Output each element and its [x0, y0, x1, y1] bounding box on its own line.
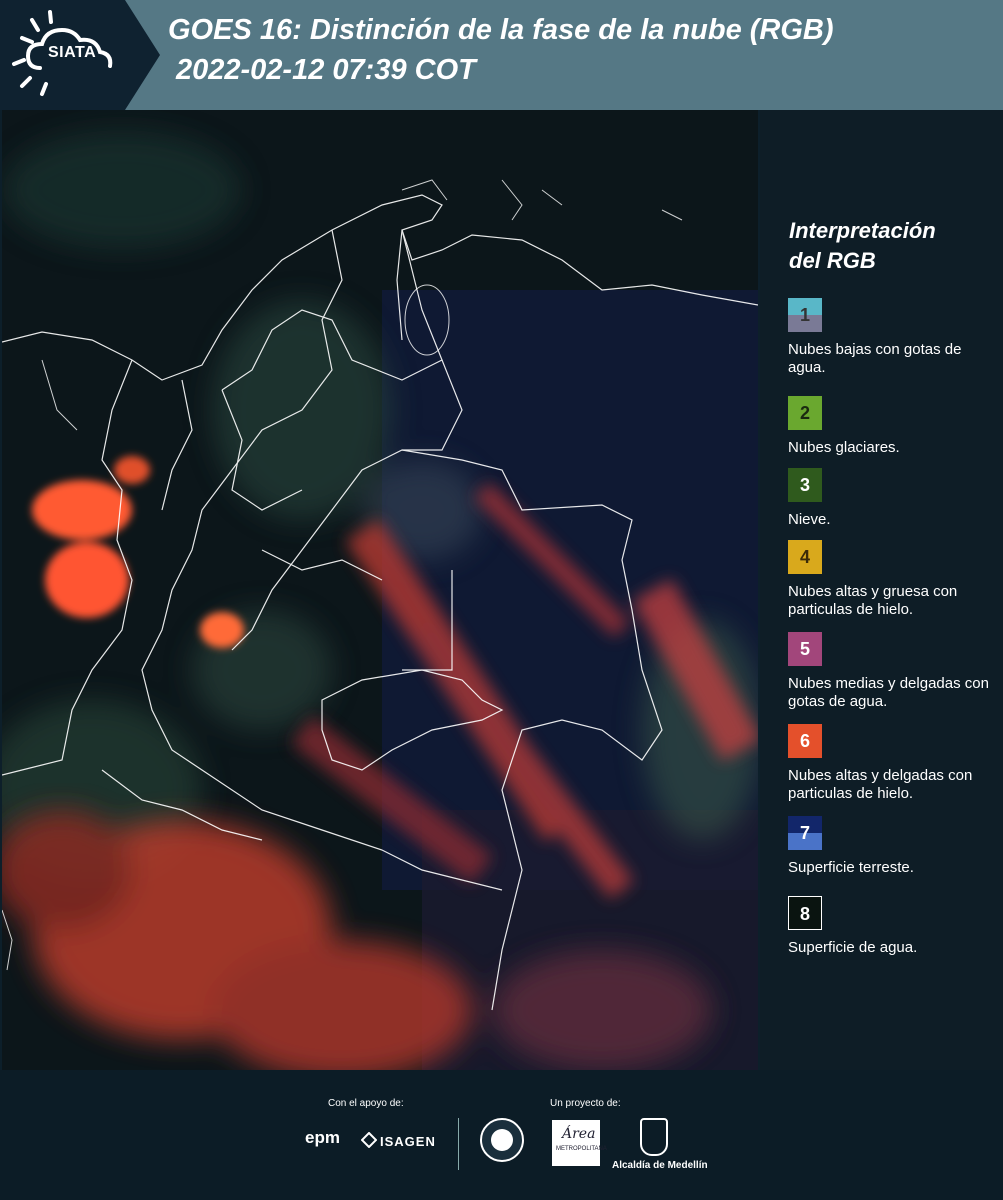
legend-item-8: 8 Superficie de agua. [788, 896, 998, 957]
legend-title: Interpretación del RGB [789, 216, 989, 276]
legend-number: 2 [799, 403, 810, 423]
legend-label: Superficie de agua. [788, 939, 918, 956]
legend-swatch: 6 [788, 724, 822, 758]
legend-item-5: 5 Nubes medias y delgadas con gotas de a… [788, 632, 998, 711]
legend-number: 3 [799, 475, 810, 495]
legend-number: 7 [799, 823, 810, 843]
legend-label: Superficie terreste. [788, 859, 914, 876]
legend-number: 8 [799, 904, 810, 924]
isagen-icon [361, 1132, 377, 1148]
legend-swatch: 8 [788, 896, 822, 930]
legend-title-line2: del RGB [789, 248, 876, 273]
legend-item-3: 3 Nieve. [788, 468, 998, 529]
satellite-image [2, 110, 758, 1070]
seal-icon [480, 1118, 524, 1162]
legend-title-line1: Interpretación [789, 218, 936, 243]
siata-logo: SIATA [0, 0, 160, 110]
isagen-logo: ISAGEN [380, 1134, 436, 1149]
legend-item-6: 6 Nubes altas y delgadas con particulas … [788, 724, 998, 803]
legend-item-1: 1 Nubes bajas con gotas de agua. [788, 298, 998, 377]
legend-label: Nieve. [788, 511, 831, 528]
legend-panel: Interpretación del RGB 1 Nubes bajas con… [760, 110, 1003, 1070]
legend-label: Nubes medias y delgadas con gotas de agu… [788, 675, 989, 710]
legend-swatch: 1 [788, 298, 822, 332]
area-metropolitana-logo: Área METROPOLITANA [552, 1120, 607, 1166]
footer: Con el apoyo de: Un proyecto de: epm ISA… [0, 1070, 1003, 1200]
legend-swatch: 4 [788, 540, 822, 574]
legend-label: Nubes altas y gruesa con particulas de h… [788, 583, 958, 618]
legend-number: 6 [799, 731, 810, 751]
support-label: Con el apoyo de: [328, 1098, 404, 1109]
area-script-icon: Área [562, 1126, 596, 1142]
legend-swatch: 2 [788, 396, 822, 430]
legend-number: 5 [799, 639, 810, 659]
legend-item-2: 2 Nubes glaciares. [788, 396, 998, 457]
footer-divider [458, 1118, 459, 1170]
legend-label: Nubes glaciares. [788, 439, 900, 456]
legend-number: 1 [799, 305, 810, 325]
legend-item-7: 7 Superficie terreste. [788, 816, 998, 877]
page-title: GOES 16: Distinción de la fase de la nub… [168, 14, 834, 46]
page-subtitle-timestamp: 2022-02-12 07:39 COT [176, 54, 476, 86]
satellite-map [2, 110, 758, 1070]
logo-text: SIATA [48, 44, 97, 61]
epm-logo: epm [305, 1128, 340, 1147]
project-label: Un proyecto de: [550, 1098, 621, 1109]
legend-label: Nubes altas y delgadas con particulas de… [788, 767, 973, 802]
legend-number: 4 [799, 547, 810, 567]
legend-swatch: 5 [788, 632, 822, 666]
legend-swatch: 7 [788, 816, 822, 850]
area-logo-text: METROPOLITANA [556, 1146, 607, 1152]
alcaldia-logo-text: Alcaldía de Medellín [612, 1160, 708, 1171]
legend-item-4: 4 Nubes altas y gruesa con particulas de… [788, 540, 998, 619]
legend-label: Nubes bajas con gotas de agua. [788, 341, 962, 376]
legend-swatch: 3 [788, 468, 822, 502]
shield-icon [640, 1118, 668, 1156]
header-bar: SIATA GOES 16: Distinción de la fase de … [0, 0, 1003, 110]
